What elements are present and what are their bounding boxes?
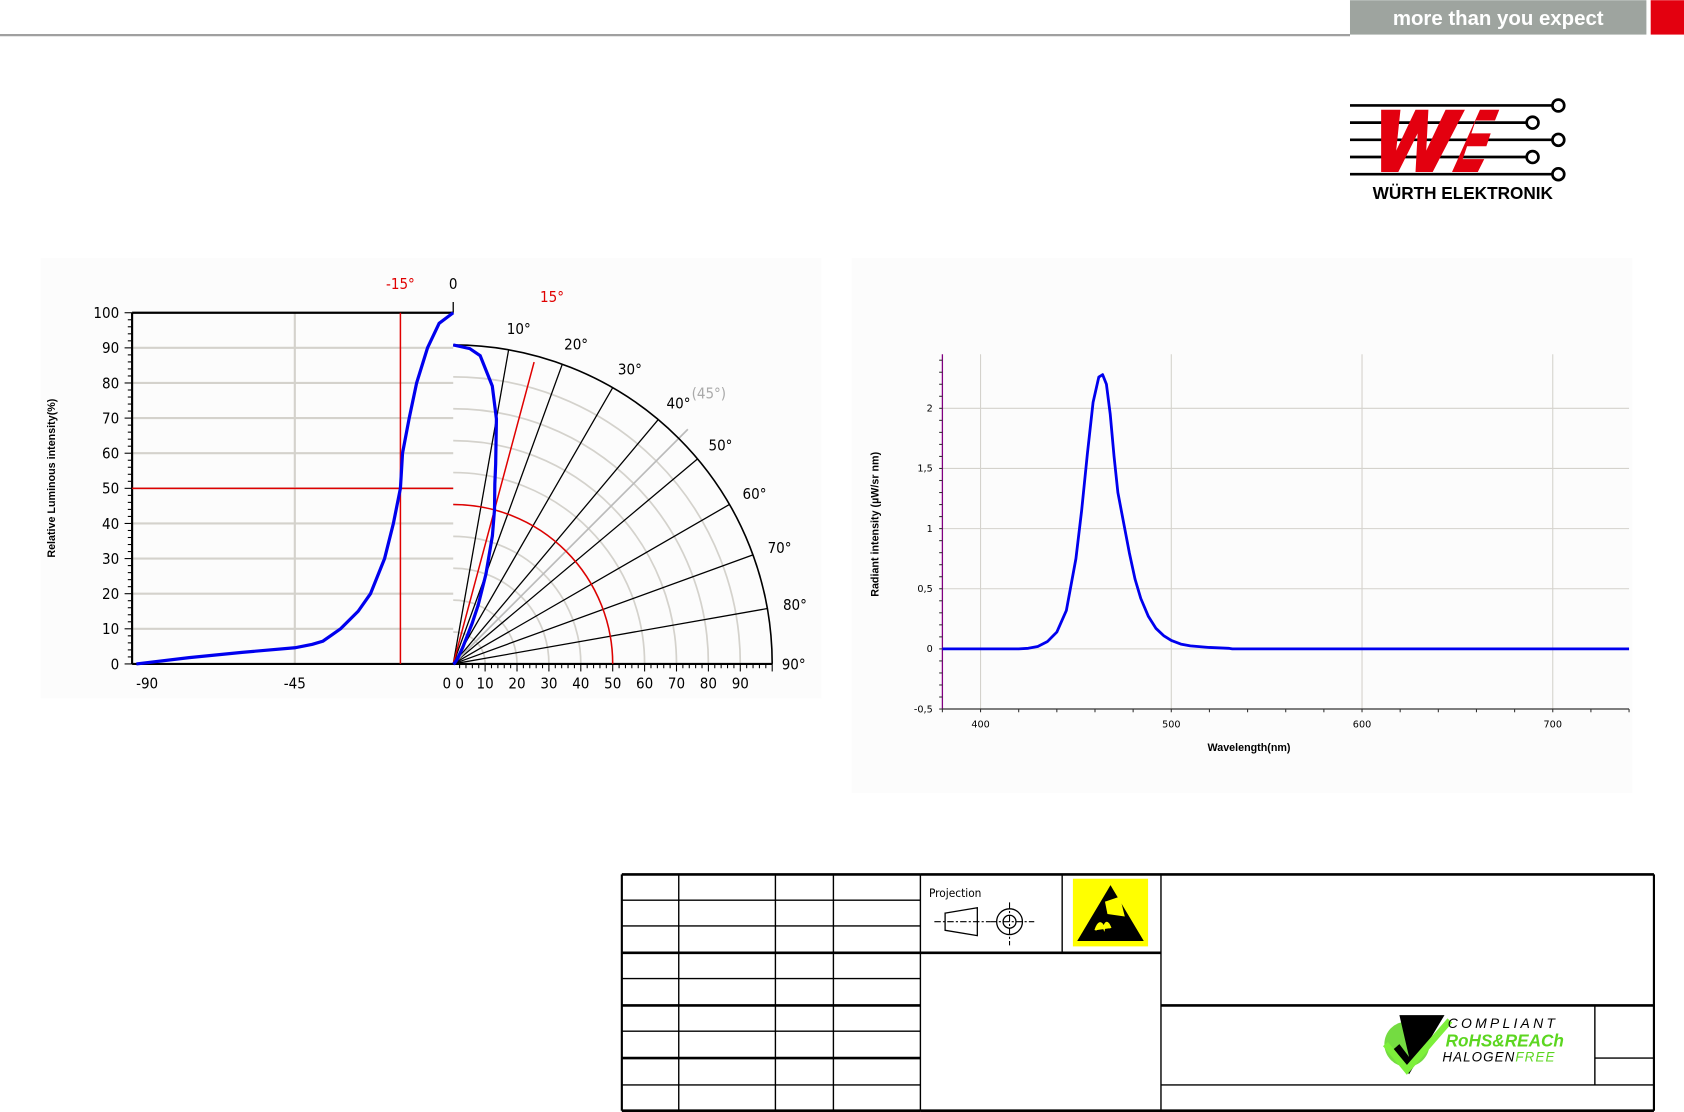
rohs-reach-compliance-logo: COMPLIANT RoHS&REACh HALOGENFREE xyxy=(1382,1015,1564,1075)
y-tick-label: 10 xyxy=(102,620,119,638)
radial-tick-label: 80 xyxy=(700,675,717,693)
radial-tick-label: 60 xyxy=(636,675,653,693)
svg-text:RoHS&REACh: RoHS&REACh xyxy=(1446,1030,1564,1050)
y-tick-label: 2 xyxy=(927,404,933,415)
luminous-chart-background xyxy=(40,257,822,699)
svg-text:COMPLIANT: COMPLIANT xyxy=(1448,1015,1558,1031)
tagline: more than you expect xyxy=(1393,8,1604,30)
y-tick-label: 0,5 xyxy=(917,584,932,595)
angle-label: 70° xyxy=(768,539,792,557)
y-tick-label: 0 xyxy=(927,644,933,655)
top-zero-label: 0 xyxy=(449,275,458,293)
half-angle-label-neg: -15° xyxy=(386,275,415,293)
radial-tick-label: 20 xyxy=(508,675,525,693)
datasheet-page: more than you expect WÜRTH ELEKTRONIK 01… xyxy=(0,0,1684,1112)
radial-tick-label: 40 xyxy=(572,675,589,693)
x-tick-label: -90 xyxy=(136,675,158,693)
x-tick-label: -45 xyxy=(284,675,306,693)
x-tick-label: 400 xyxy=(971,719,989,730)
y-tick-label: 50 xyxy=(102,480,119,498)
y-tick-label: 30 xyxy=(102,550,119,568)
angle-label: 10° xyxy=(507,320,531,338)
wurth-logo: WÜRTH ELEKTRONIK xyxy=(1349,98,1566,203)
y-tick-label: -0,5 xyxy=(914,704,933,715)
x-tick-label: 600 xyxy=(1353,719,1371,730)
angle-label: 90° xyxy=(782,655,806,673)
brand-red-box xyxy=(1650,0,1684,35)
angle-label: 60° xyxy=(743,485,767,503)
x-tick-label: 0 xyxy=(442,675,451,693)
y-tick-label: 40 xyxy=(102,515,119,533)
radial-tick-label: 90 xyxy=(732,675,749,693)
angle-label: 20° xyxy=(564,335,588,353)
chart2-ylabel: Radiant intensity (µW/sr nm) xyxy=(870,451,882,596)
radial-tick-label: 10 xyxy=(477,675,494,693)
y-tick-label: 1,5 xyxy=(917,464,932,475)
esd-warning-icon xyxy=(1072,878,1149,947)
svg-text:HALOGENFREE: HALOGENFREE xyxy=(1442,1049,1555,1064)
chart1-ylabel: Relative Luminous intensity(%) xyxy=(46,398,58,557)
x-tick-label: 500 xyxy=(1162,719,1180,730)
chart2-xlabel: Wavelength(nm) xyxy=(1208,742,1291,754)
half-angle-label-pos: 15° xyxy=(540,288,564,306)
angle-label: 40° xyxy=(667,395,691,413)
angle-label: 80° xyxy=(783,596,807,614)
x-tick-label: 700 xyxy=(1544,719,1562,730)
y-tick-label: 20 xyxy=(102,585,119,603)
angle-label: 30° xyxy=(618,360,642,378)
angle-label: 50° xyxy=(708,436,732,454)
radial-tick-label: 30 xyxy=(540,675,557,693)
y-tick-label: 0 xyxy=(111,655,120,673)
spectrum-chart-background xyxy=(851,257,1633,793)
y-tick-label: 70 xyxy=(102,409,119,427)
y-tick-label: 1 xyxy=(927,524,933,535)
radial-tick-label: 50 xyxy=(604,675,621,693)
reference-angle-label: (45°) xyxy=(692,385,726,403)
y-tick-label: 90 xyxy=(102,339,119,357)
radial-tick-label: 70 xyxy=(668,675,685,693)
logo-text: WÜRTH ELEKTRONIK xyxy=(1373,183,1554,203)
y-tick-label: 60 xyxy=(102,445,119,463)
y-tick-label: 80 xyxy=(102,374,119,392)
y-tick-label: 100 xyxy=(93,304,119,322)
projection-symbol-icon xyxy=(934,902,1035,946)
projection-label: Projection xyxy=(929,886,981,900)
radial-tick-label: 0 xyxy=(455,675,464,693)
